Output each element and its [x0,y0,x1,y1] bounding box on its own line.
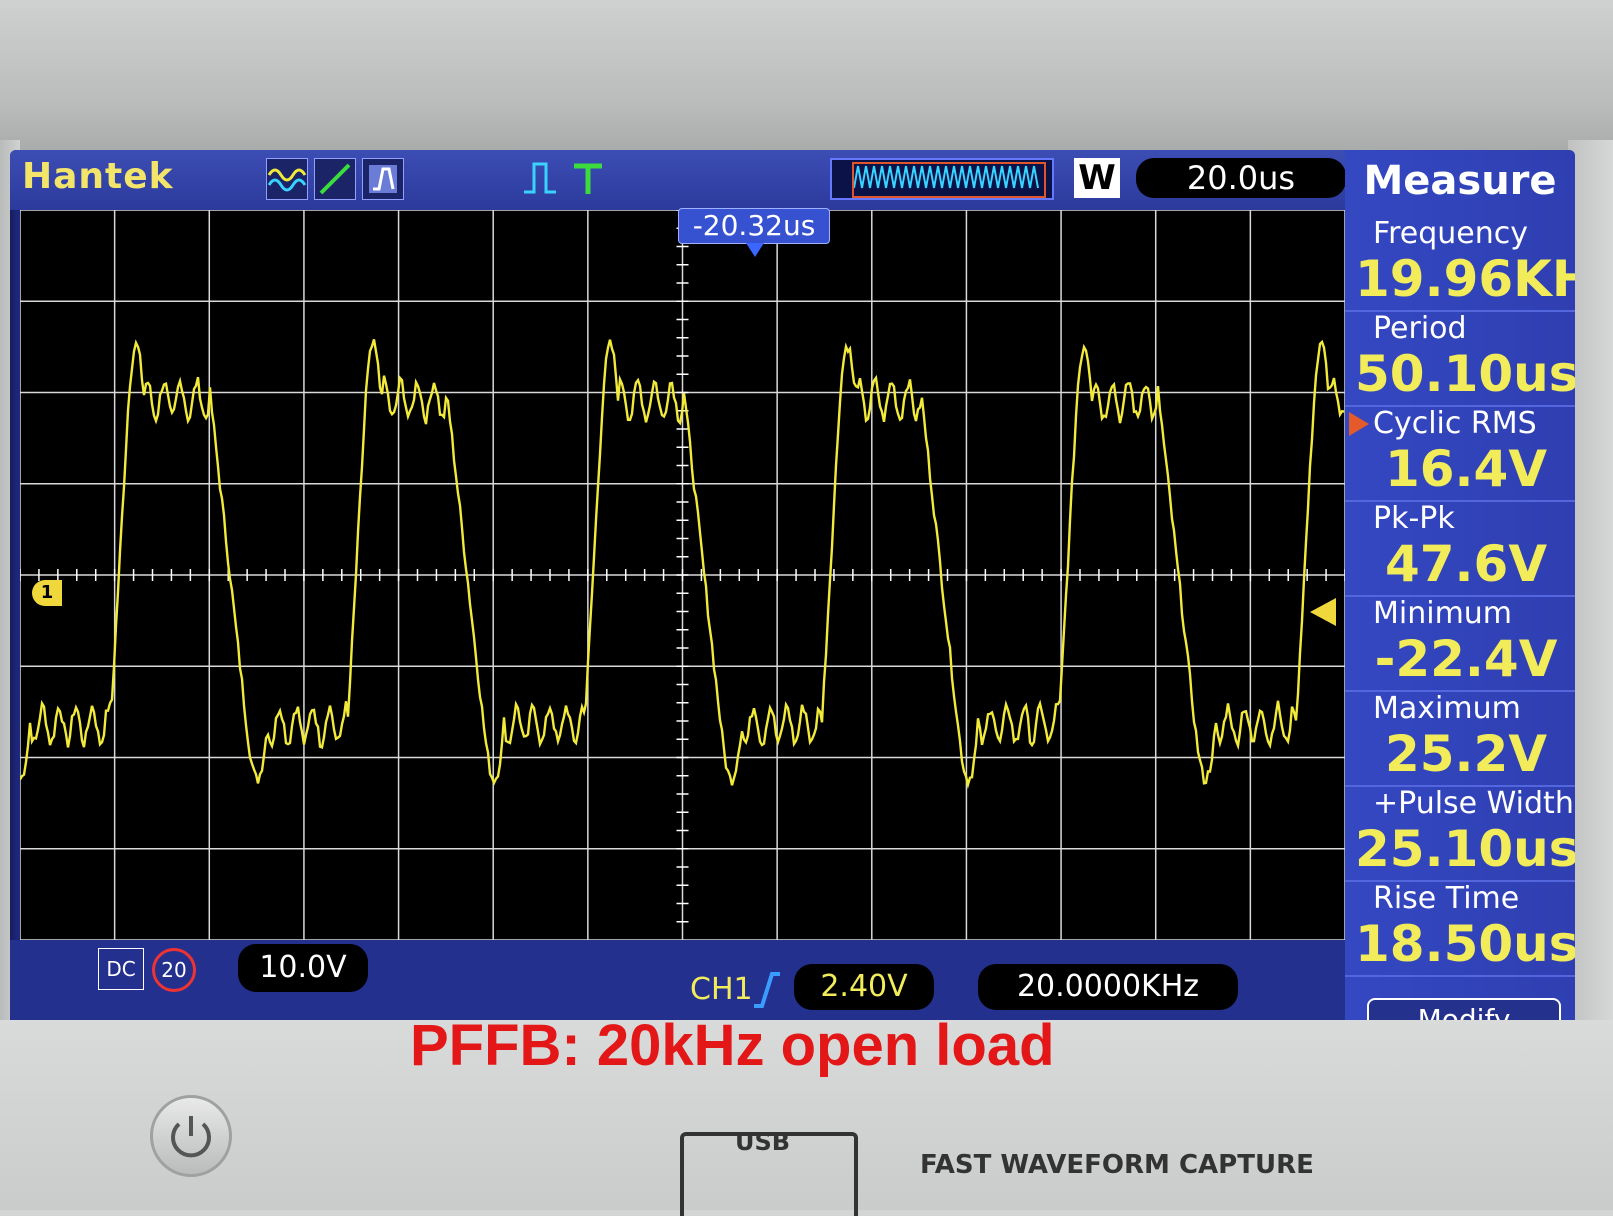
measure-value: -22.4V [1374,630,1558,688]
measure-value: 16.4V [1384,440,1548,498]
measure-panel: Measure Frequency 19.96KH Period 50.10us Cyc… [1345,150,1575,1030]
measure-label[interactable]: Period [1373,311,1575,346]
measure-value: 25.2V [1384,725,1548,783]
measure-label[interactable]: Minimum [1373,596,1575,631]
trigger-offset-readout[interactable]: -20.32us [678,208,830,244]
bezel-top [0,0,1613,150]
measure-value: 50.10us [1355,345,1575,403]
timebase-value[interactable]: 20.0us [1136,158,1346,198]
measure-value: 47.6V [1384,535,1548,593]
brand-logo: Hantek [22,156,174,197]
trigger-level-value[interactable]: 2.40V [794,964,934,1010]
measure-label[interactable]: Maximum [1373,691,1575,726]
measure-label[interactable]: Cyclic RMS [1373,406,1575,441]
rising-edge-icon [752,970,782,1010]
waveform-plot [20,210,1345,940]
measure-label[interactable]: Rise Time [1373,881,1575,916]
measure-value: 25.10us [1355,820,1575,878]
oscilloscope-screen: Hantek W 20.0us -20.32us 1 Measure Frequ… [10,150,1575,1030]
waveform-grid[interactable] [20,210,1345,940]
memory-timeline[interactable] [830,158,1054,200]
trigger-frequency-value: 20.0000KHz [978,964,1238,1010]
coupling-indicator[interactable]: DC [98,948,144,990]
measure-label[interactable]: +Pulse Width [1373,786,1575,821]
trigger-position-marker[interactable] [746,243,764,257]
volts-per-div[interactable]: 10.0V [238,944,368,992]
measure-label[interactable]: Frequency [1373,216,1575,251]
image-caption: PFFB: 20kHz open load [410,1013,1055,1078]
measure-value: 19.96KH [1355,250,1575,308]
trigger-status-icon [568,158,608,198]
power-button[interactable] [150,1095,232,1177]
measure-separator [1345,975,1575,977]
waveform-display-icon[interactable] [266,158,308,200]
power-icon [171,1116,211,1158]
measure-title: Measure [1363,158,1557,204]
vector-mode-icon[interactable] [314,158,356,200]
top-toolbar: Hantek W 20.0us [10,150,1570,210]
trigger-level-marker[interactable] [1310,598,1336,626]
fast-waveform-capture-label: FAST WAVEFORM CAPTURE [920,1150,1314,1180]
selected-measure-arrow-icon [1349,412,1369,436]
timeline-window-selection [852,162,1046,198]
trigger-edge-icon[interactable] [520,158,560,198]
trigger-source[interactable]: CH1 [690,972,753,1007]
window-indicator[interactable]: W [1074,158,1120,198]
measure-value: 18.50us [1355,915,1575,973]
measure-label[interactable]: Pk-Pk [1373,501,1575,536]
ch1-ground-marker[interactable]: 1 [32,580,62,606]
persist-mode-icon[interactable] [362,158,404,200]
bandwidth-limit-badge[interactable]: 20 [152,948,196,992]
usb-label: USB [735,1128,791,1156]
